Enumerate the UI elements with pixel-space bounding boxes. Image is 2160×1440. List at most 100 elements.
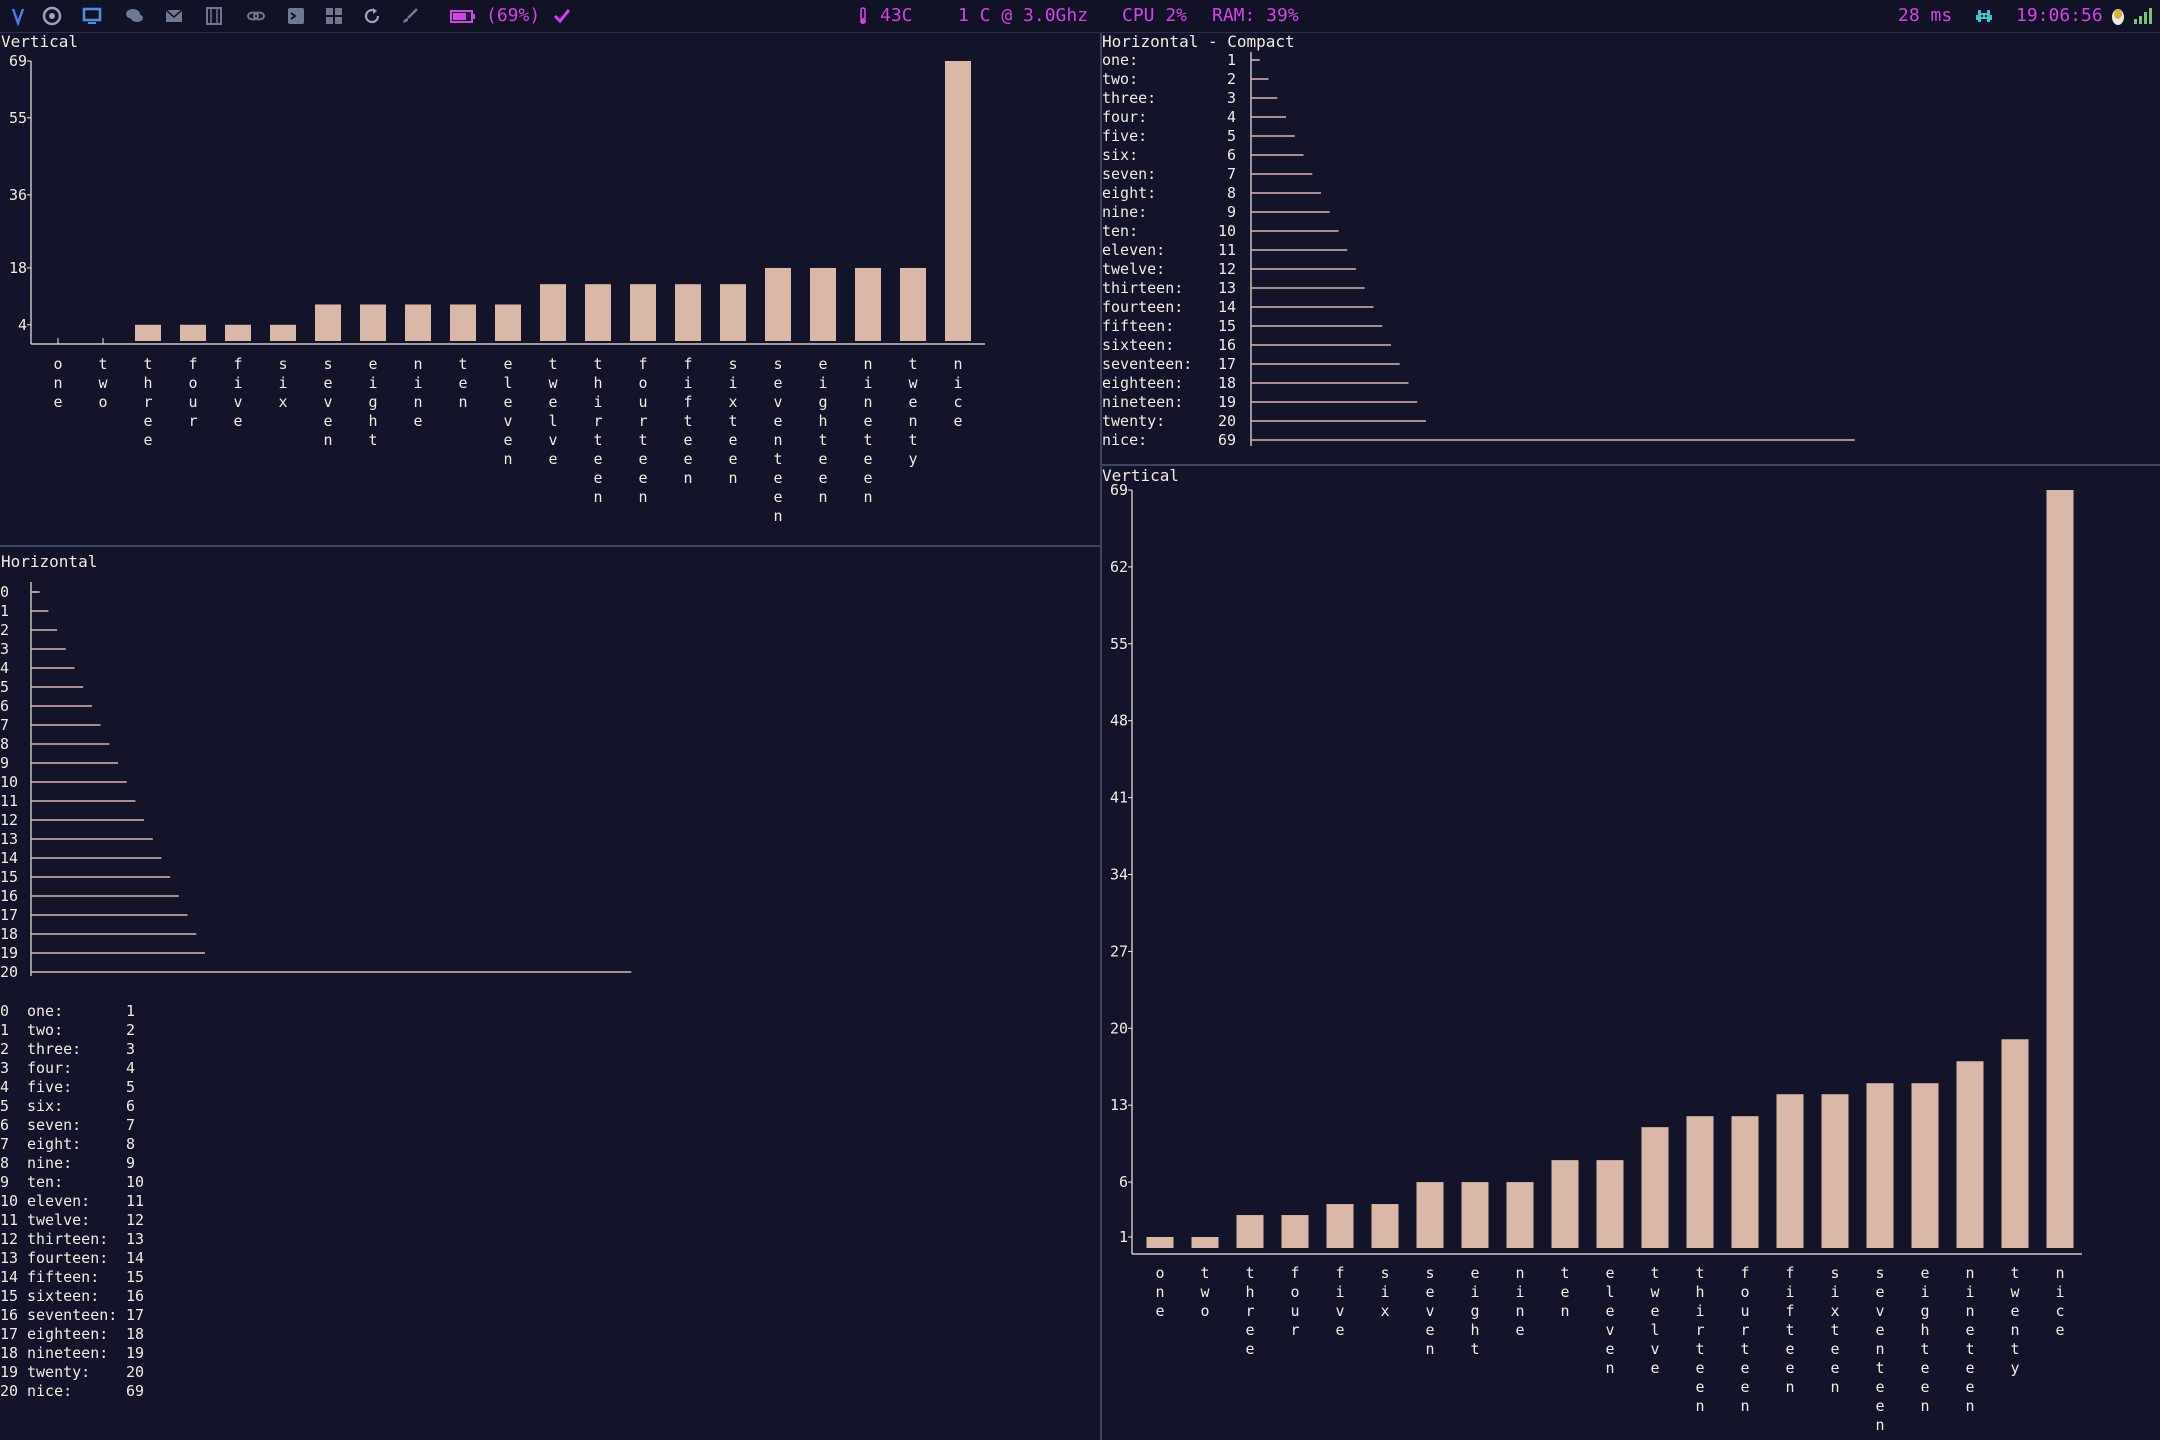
table-index: 11 <box>0 1211 18 1229</box>
x-label-char: e <box>548 393 557 411</box>
pane-bottom-left[interactable]: Horizontal 0 1 2 3 4 5 6 7 8 9 10 11 12 13 14 15 16 17 18 1… <box>0 547 1100 1440</box>
x-label-char: w <box>548 374 558 392</box>
pane-bottom-right[interactable]: Vertical 1 6 13 20 27 34 41 48 55 62 69 o n e t w o t h r e e… <box>1102 466 2160 1440</box>
row-value: 5 <box>1227 127 1236 145</box>
pane-title: Horizontal - Compact <box>1102 33 1295 51</box>
cpu-usage: CPU 2% <box>1122 5 1188 26</box>
table-label: three: <box>27 1040 81 1058</box>
film-icon[interactable] <box>204 6 224 26</box>
x-label-char: e <box>1245 1321 1254 1339</box>
x-label-char: v <box>503 412 512 430</box>
x-label-char: h <box>1470 1321 1479 1339</box>
thermometer-icon <box>860 7 866 24</box>
x-label-char: e <box>143 431 152 449</box>
x-label-char: f <box>683 355 692 373</box>
x-label-char: i <box>1965 1283 1974 1301</box>
row-value: 13 <box>1218 279 1236 297</box>
clock: 19:06:56 <box>2016 5 2103 26</box>
mail-icon[interactable] <box>164 6 184 26</box>
x-label-char: e <box>773 469 782 487</box>
x-label-char: t <box>1650 1264 1659 1282</box>
terminal-icon[interactable] <box>286 6 306 26</box>
x-label-char: v <box>1875 1302 1884 1320</box>
refresh-icon[interactable] <box>362 6 382 26</box>
bar <box>495 304 521 341</box>
bar <box>1776 1094 1804 1248</box>
y-tick-label: 62 <box>1110 558 1128 576</box>
bar <box>630 284 656 341</box>
x-label-char: f <box>1740 1264 1749 1282</box>
windows-icon[interactable] <box>324 6 344 26</box>
x-label-char: g <box>1920 1302 1929 1320</box>
row-value: 16 <box>1218 336 1236 354</box>
x-label-char: e <box>1830 1359 1839 1377</box>
y-tick-label: 20 <box>1110 1019 1128 1037</box>
x-label-char: t <box>458 355 467 373</box>
x-label-char: f <box>638 355 647 373</box>
x-label-char: e <box>1515 1321 1524 1339</box>
bar <box>1911 1083 1939 1248</box>
pane-top-left[interactable]: Vertical 4 18 36 55 69 o n e t w o t h r e e f o u r f i v e s i x… <box>0 33 1100 545</box>
link-icon[interactable] <box>246 6 266 26</box>
y-tick-label: 1 <box>1119 1228 1128 1246</box>
x-label-char: n <box>1695 1397 1704 1415</box>
x-label-char: e <box>593 450 602 468</box>
x-label-char: h <box>1695 1283 1704 1301</box>
row-label: six: <box>1102 146 1138 164</box>
bar <box>1326 1204 1354 1248</box>
x-label-char: n <box>413 355 422 373</box>
y-tick-label: 55 <box>9 109 27 127</box>
bar <box>1236 1215 1264 1248</box>
row-value: 18 <box>1218 374 1236 392</box>
x-label-char: e <box>818 450 827 468</box>
table-index: 10 <box>0 1192 18 1210</box>
row-label: seventeen: <box>1102 355 1192 373</box>
x-label-char: i <box>233 374 242 392</box>
x-label-char: e <box>1830 1340 1839 1358</box>
x-label-char: e <box>1335 1321 1344 1339</box>
x-label-char: n <box>863 488 872 506</box>
x-label-char: e <box>1695 1378 1704 1396</box>
x-label-char: e <box>1965 1378 1974 1396</box>
chat-icon[interactable] <box>124 6 144 26</box>
x-label-char: x <box>728 393 737 411</box>
bar <box>1686 1116 1714 1248</box>
x-label-char: n <box>413 393 422 411</box>
row-value: 15 <box>1218 317 1236 335</box>
x-label-char: g <box>1470 1302 1479 1320</box>
x-label-char: s <box>728 355 737 373</box>
x-label-char: e <box>1920 1264 1929 1282</box>
x-label-char: e <box>503 393 512 411</box>
table-label: eighteen: <box>27 1325 108 1343</box>
y-tick-label: 55 <box>1110 635 1128 653</box>
x-label-char: i <box>728 374 737 392</box>
x-label-char: e <box>458 374 467 392</box>
bar <box>135 324 161 341</box>
x-label-char: e <box>773 374 782 392</box>
bar <box>855 267 881 341</box>
vim-icon[interactable] <box>8 6 28 26</box>
brush-icon[interactable] <box>400 6 420 26</box>
table-value: 17 <box>126 1306 144 1324</box>
row-label: twenty: <box>1102 412 1165 430</box>
chrome-icon[interactable] <box>42 6 62 26</box>
table-value: 9 <box>126 1154 135 1172</box>
x-label-char: r <box>638 412 647 430</box>
x-label-char: n <box>1875 1340 1884 1358</box>
row-value: 20 <box>1218 412 1236 430</box>
x-label-char: n <box>2010 1321 2019 1339</box>
monitor-icon[interactable] <box>82 6 102 26</box>
table-label: four: <box>27 1059 72 1077</box>
pane-top-right[interactable]: Horizontal - Compact one: 1 two: 2 three: 3 fo… <box>1102 33 2160 464</box>
bar <box>2046 490 2074 1248</box>
x-label-char: n <box>1605 1359 1614 1377</box>
table-label: sixteen: <box>27 1287 99 1305</box>
latency: 28 ms <box>1898 5 1953 26</box>
x-label-char: e <box>1785 1359 1794 1377</box>
x-label-char: i <box>1380 1283 1389 1301</box>
x-label-char: e <box>368 355 377 373</box>
x-label-char: e <box>1155 1302 1164 1320</box>
bar <box>450 304 476 341</box>
x-label-char: n <box>1740 1397 1749 1415</box>
table-value: 69 <box>126 1382 144 1400</box>
